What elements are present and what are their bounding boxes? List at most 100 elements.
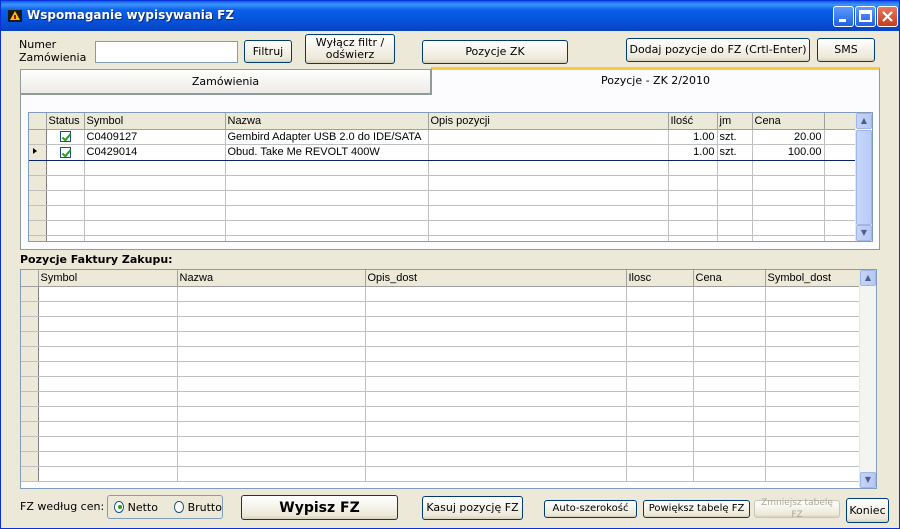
- zk-col-ilosc[interactable]: Ilość: [668, 113, 718, 130]
- fz-col-symbol-dost[interactable]: Symbol_dost: [765, 270, 861, 287]
- sms-button[interactable]: SMS: [817, 38, 875, 62]
- brutto-label[interactable]: Brutto: [188, 501, 222, 514]
- auto-width-button[interactable]: Auto-szerokość: [544, 500, 637, 518]
- tab-pozycje-zk[interactable]: Pozycje - ZK 2/2010: [431, 67, 880, 95]
- empty-row[interactable]: [21, 436, 861, 452]
- filter-button[interactable]: Filtruj: [244, 40, 292, 63]
- zk-col-opis[interactable]: Opis pozycji: [428, 113, 669, 130]
- symbol-cell[interactable]: C0429014: [84, 143, 226, 161]
- fz-grid-scrollbar[interactable]: ▲ ▼: [859, 270, 876, 488]
- order-number-label-line2: Zamówienia: [19, 51, 87, 64]
- maximize-button[interactable]: [855, 6, 876, 27]
- table-row-selected[interactable]: C0429014 Obud. Take Me REVOLT 400W 1.00 …: [29, 143, 858, 161]
- scroll-up-arrow-icon[interactable]: ▲: [856, 113, 872, 129]
- symbol-cell[interactable]: C0409127: [84, 129, 226, 145]
- clear-filter-label-line2: odświerz: [325, 48, 375, 61]
- status-checkbox[interactable]: [59, 131, 71, 143]
- zk-col-jm[interactable]: jm: [717, 113, 753, 130]
- zk-header-row: Status Symbol Nazwa Opis pozycji Ilość j…: [29, 113, 858, 130]
- zk-positions-grid[interactable]: Status Symbol Nazwa Opis pozycji Ilość j…: [28, 112, 873, 242]
- empty-row[interactable]: [29, 205, 858, 221]
- row-indicator: [29, 129, 47, 145]
- scroll-thumb[interactable]: [856, 130, 872, 225]
- empty-row[interactable]: [21, 451, 861, 467]
- empty-cell[interactable]: [824, 143, 858, 161]
- add-positions-to-fz-button[interactable]: Dodaj pozycje do FZ (Crtl-Enter): [626, 38, 810, 62]
- clear-filter-refresh-button[interactable]: Wyłącz filtr / odświerz: [305, 34, 395, 64]
- fz-col-opis-dost[interactable]: Opis_dost: [365, 270, 627, 287]
- fz-section-title: Pozycje Faktury Zakupu:: [20, 253, 173, 266]
- title-bar[interactable]: Wspomaganie wypisywania FZ: [1, 1, 899, 31]
- window-title: Wspomaganie wypisywania FZ: [27, 8, 235, 22]
- fz-col-cena[interactable]: Cena: [693, 270, 766, 287]
- order-number-label-line1: Numer: [19, 38, 57, 51]
- minimize-icon: [839, 19, 846, 22]
- brutto-radio[interactable]: [173, 501, 184, 513]
- order-number-input[interactable]: [95, 41, 238, 63]
- empty-row[interactable]: [21, 391, 861, 407]
- tab-zamowienia[interactable]: Zamówienia: [20, 69, 431, 94]
- empty-row[interactable]: [29, 175, 858, 191]
- empty-row[interactable]: [21, 331, 861, 347]
- empty-row[interactable]: [21, 301, 861, 317]
- jm-cell[interactable]: szt.: [717, 129, 753, 145]
- app-icon: [8, 10, 22, 22]
- maximize-icon: [859, 10, 872, 22]
- fz-col-symbol[interactable]: Symbol: [38, 270, 178, 287]
- netto-radio[interactable]: [114, 501, 124, 513]
- enlarge-fz-table-button[interactable]: Powiększ tabelę FZ: [643, 500, 750, 518]
- empty-row[interactable]: [21, 361, 861, 377]
- fz-header-row: Symbol Nazwa Opis_dost Ilosc Cena Symbol…: [21, 270, 861, 287]
- empty-row[interactable]: [21, 466, 861, 482]
- fz-header-indicator: [21, 270, 39, 287]
- empty-row[interactable]: [21, 286, 861, 302]
- scroll-up-arrow-icon[interactable]: ▲: [860, 270, 876, 286]
- zk-header-indicator: [29, 113, 47, 130]
- delete-fz-position-button[interactable]: Kasuj pozycję FZ: [422, 496, 523, 520]
- table-row[interactable]: C0409127 Gembird Adapter USB 2.0 do IDE/…: [29, 129, 858, 145]
- zk-col-status[interactable]: Status: [46, 113, 85, 130]
- scroll-down-arrow-icon[interactable]: ▼: [860, 472, 876, 488]
- scroll-down-arrow-icon[interactable]: ▼: [856, 225, 872, 241]
- fz-col-ilosc[interactable]: Ilosc: [626, 270, 694, 287]
- minimize-button[interactable]: [833, 6, 854, 27]
- close-icon: [882, 11, 893, 22]
- empty-row[interactable]: [29, 160, 858, 176]
- opis-cell[interactable]: [428, 143, 669, 161]
- zk-positions-table: Status Symbol Nazwa Opis pozycji Ilość j…: [29, 113, 858, 241]
- empty-row[interactable]: [21, 406, 861, 422]
- ilosc-cell[interactable]: 1.00: [668, 129, 718, 145]
- empty-row[interactable]: [29, 190, 858, 206]
- end-button[interactable]: Koniec: [846, 498, 889, 523]
- empty-row[interactable]: [29, 235, 858, 241]
- empty-row[interactable]: [29, 220, 858, 236]
- empty-row[interactable]: [21, 376, 861, 392]
- empty-row[interactable]: [21, 421, 861, 437]
- zk-col-symbol[interactable]: Symbol: [84, 113, 226, 130]
- zk-grid-scrollbar[interactable]: ▲ ▼: [855, 113, 872, 241]
- netto-label[interactable]: Netto: [128, 501, 158, 514]
- price-basis-radio-group: Netto Brutto: [107, 495, 223, 519]
- fz-positions-grid[interactable]: Symbol Nazwa Opis_dost Ilosc Cena Symbol…: [20, 269, 877, 489]
- status-cell[interactable]: [46, 143, 85, 161]
- close-button[interactable]: [877, 6, 898, 27]
- current-row-arrow-icon: [33, 147, 37, 154]
- nazwa-cell[interactable]: Gembird Adapter USB 2.0 do IDE/SATA: [225, 129, 429, 145]
- zk-col-cena[interactable]: Cena: [752, 113, 825, 130]
- cena-cell[interactable]: 100.00: [752, 143, 825, 161]
- fz-col-nazwa[interactable]: Nazwa: [177, 270, 366, 287]
- nazwa-cell[interactable]: Obud. Take Me REVOLT 400W: [225, 143, 429, 161]
- status-cell[interactable]: [46, 129, 85, 145]
- cena-cell[interactable]: 20.00: [752, 129, 825, 145]
- zk-col-nazwa[interactable]: Nazwa: [225, 113, 429, 130]
- jm-cell[interactable]: szt.: [717, 143, 753, 161]
- write-fz-button[interactable]: Wypisz FZ: [241, 495, 398, 520]
- empty-cell[interactable]: [824, 129, 858, 145]
- positions-zk-button[interactable]: Pozycje ZK: [422, 40, 568, 64]
- empty-row[interactable]: [21, 346, 861, 362]
- empty-row[interactable]: [21, 316, 861, 332]
- status-checkbox[interactable]: [59, 146, 71, 158]
- opis-cell[interactable]: [428, 129, 669, 145]
- zk-col-extra: [824, 113, 858, 130]
- ilosc-cell[interactable]: 1.00: [668, 143, 718, 161]
